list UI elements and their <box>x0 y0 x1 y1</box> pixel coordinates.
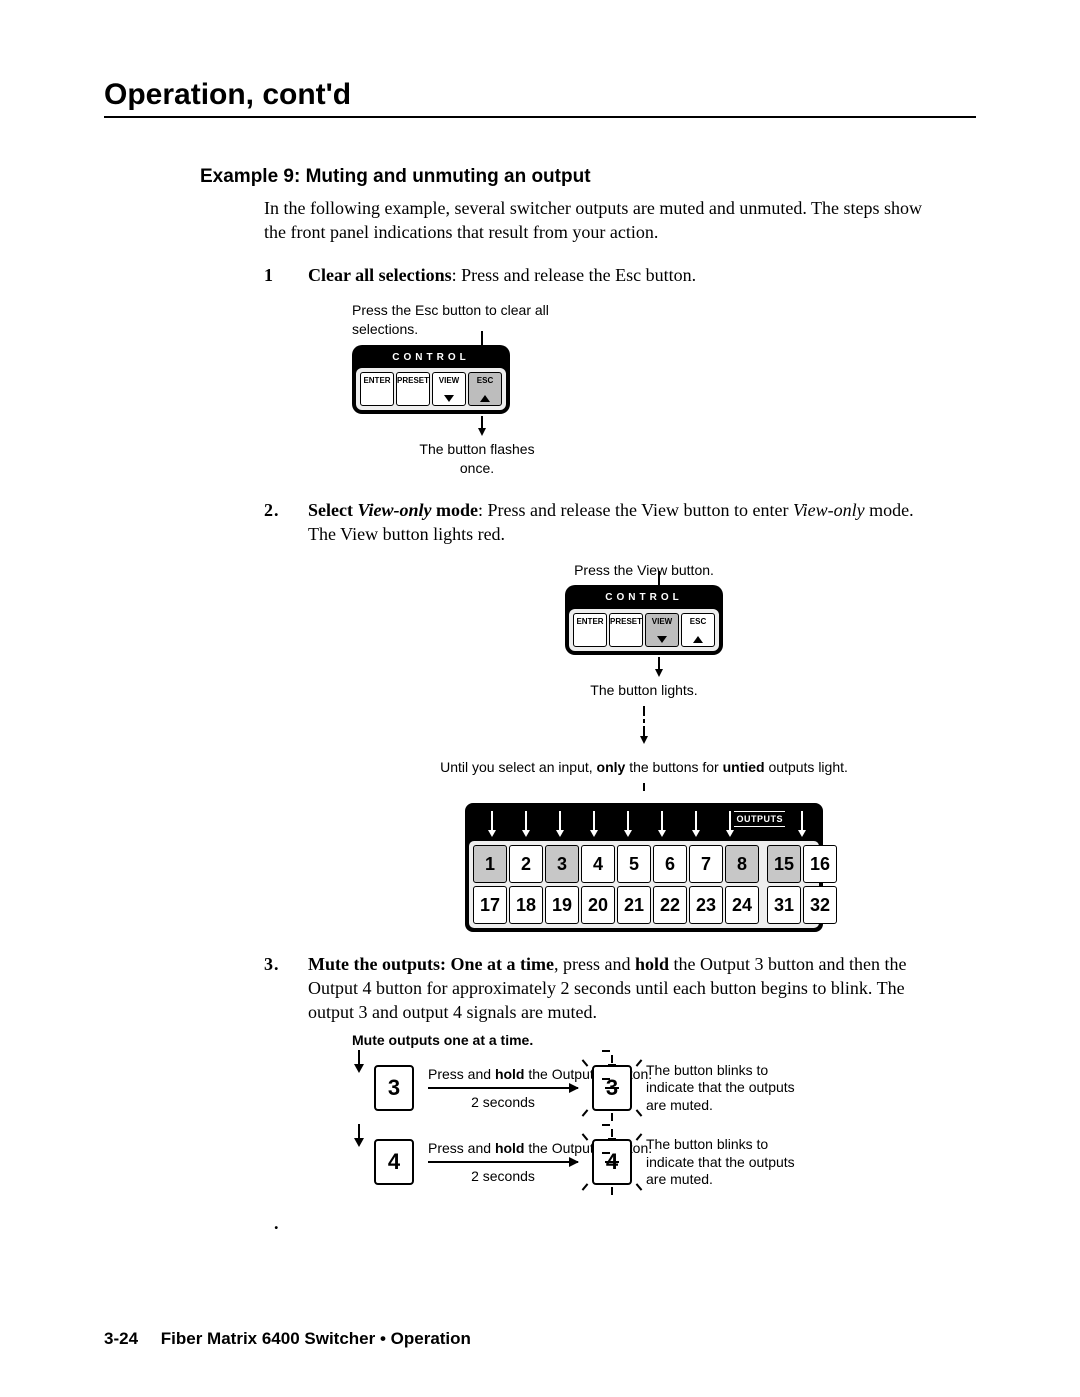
output-4-button[interactable]: 4 <box>374 1139 414 1185</box>
view-button-2-label: VIEW <box>652 617 672 626</box>
outputs-row-1: 1 2 3 4 5 6 7 8 15 16 <box>473 845 815 883</box>
output-button[interactable]: 6 <box>653 845 687 883</box>
step-2-rest2: View-only <box>793 500 865 520</box>
control-panel-2: CONTROL ENTER PRESET VIEW ESC <box>565 585 723 655</box>
outputs-row-2: 17 18 19 20 21 22 23 24 31 32 <box>473 886 815 924</box>
step-3: Mute the outputs: One at a time, press a… <box>264 952 936 1189</box>
mute-heading: Mute outputs one at a time. <box>352 1031 936 1050</box>
output-4-blink-label: 4 <box>606 1147 618 1177</box>
preset-button-2[interactable]: PRESET <box>609 613 643 647</box>
chapter-title: Operation, cont'd <box>104 78 976 118</box>
step-1: Clear all selections: Press and release … <box>264 263 936 478</box>
step-2-lead1: Select <box>308 500 357 520</box>
output-button[interactable]: 21 <box>617 886 651 924</box>
mute-output-3: 3 Press and hold the Output 3 button. 2 … <box>352 1062 936 1115</box>
output-3-button-blinking[interactable]: 3 <box>592 1065 632 1111</box>
esc-button-2[interactable]: ESC <box>681 613 715 647</box>
output-button[interactable]: 8 <box>725 845 759 883</box>
esc-button[interactable]: ESC <box>468 372 502 406</box>
output-button[interactable]: 17 <box>473 886 507 924</box>
step-2-lead2: View-only <box>357 500 431 520</box>
output-button[interactable]: 22 <box>653 886 687 924</box>
output-button[interactable]: 5 <box>617 845 651 883</box>
enter-button-2[interactable]: ENTER <box>573 613 607 647</box>
step-2-note: Until you select an input, only the butt… <box>352 758 936 777</box>
control-label-2: CONTROL <box>569 589 719 609</box>
press-arrow-icon <box>352 1050 366 1073</box>
view-button-2[interactable]: VIEW <box>645 613 679 647</box>
blink-note-3: The button blinks to indicate that the o… <box>646 1062 806 1115</box>
output-button[interactable]: 32 <box>803 886 837 924</box>
output-button[interactable]: 23 <box>689 886 723 924</box>
mute-output-4: 4 Press and hold the Output 4 button. 2 … <box>352 1136 936 1189</box>
output-button[interactable]: 7 <box>689 845 723 883</box>
page-footer: 3-24 Fiber Matrix 6400 Switcher • Operat… <box>104 1329 471 1349</box>
output-button[interactable]: 18 <box>509 886 543 924</box>
step-1-fig-caption-bottom: The button flashes once. <box>402 440 552 478</box>
step-1-rest: : Press and release the Esc button. <box>452 265 696 285</box>
preset-button[interactable]: PRESET <box>396 372 430 406</box>
footer-title: Fiber Matrix 6400 Switcher • Operation <box>161 1329 471 1348</box>
example-title: Example 9: Muting and unmuting an output <box>200 166 976 188</box>
control-panel: CONTROL ENTER PRESET VIEW ESC <box>352 345 510 415</box>
enter-button[interactable]: ENTER <box>360 372 394 406</box>
output-button[interactable]: 2 <box>509 845 543 883</box>
esc-button-label: ESC <box>477 376 493 385</box>
output-button[interactable]: 15 <box>767 845 801 883</box>
step-2: Select View-only mode: Press and release… <box>264 498 936 932</box>
step-2-fig-caption-mid: The button lights. <box>352 681 936 700</box>
intro-paragraph: In the following example, several switch… <box>264 196 936 245</box>
step-2-rest1: : Press and release the View button to e… <box>478 500 793 520</box>
outputs-label: OUTPUTS <box>734 811 785 827</box>
output-button[interactable]: 24 <box>725 886 759 924</box>
output-button[interactable]: 20 <box>581 886 615 924</box>
step-3-rest1: , press and <box>554 954 635 974</box>
step-3-hold: hold <box>635 954 669 974</box>
step-2-fig-caption-top: Press the View button. <box>554 561 734 580</box>
output-button[interactable]: 31 <box>767 886 801 924</box>
output-button[interactable]: 4 <box>581 845 615 883</box>
output-button[interactable]: 16 <box>803 845 837 883</box>
press-arrow-icon <box>352 1124 366 1147</box>
step-2-lead3: mode <box>432 500 479 520</box>
output-4-button-blinking[interactable]: 4 <box>592 1139 632 1185</box>
arrow-icon: Press and hold the Output 4 button. 2 se… <box>428 1161 578 1163</box>
blink-note-4: The button blinks to indicate that the o… <box>646 1136 806 1189</box>
view-button[interactable]: VIEW <box>432 372 466 406</box>
output-button[interactable]: 3 <box>545 845 579 883</box>
step-3-lead: Mute the outputs <box>308 954 440 974</box>
output-button[interactable]: 19 <box>545 886 579 924</box>
arrow-icon: Press and hold the Output 3 button. 2 se… <box>428 1087 578 1089</box>
page-number: 3-24 <box>104 1329 138 1348</box>
step-3-lead2: : One at a time <box>440 954 554 974</box>
view-button-label: VIEW <box>439 376 459 385</box>
output-button[interactable]: 1 <box>473 845 507 883</box>
output-3-blink-label: 3 <box>606 1073 618 1103</box>
step-1-lead: Clear all selections <box>308 265 452 285</box>
outputs-panel: OUTPUTS 1 2 3 4 5 6 7 8 <box>465 803 823 932</box>
esc-button-2-label: ESC <box>690 617 706 626</box>
output-3-button[interactable]: 3 <box>374 1065 414 1111</box>
